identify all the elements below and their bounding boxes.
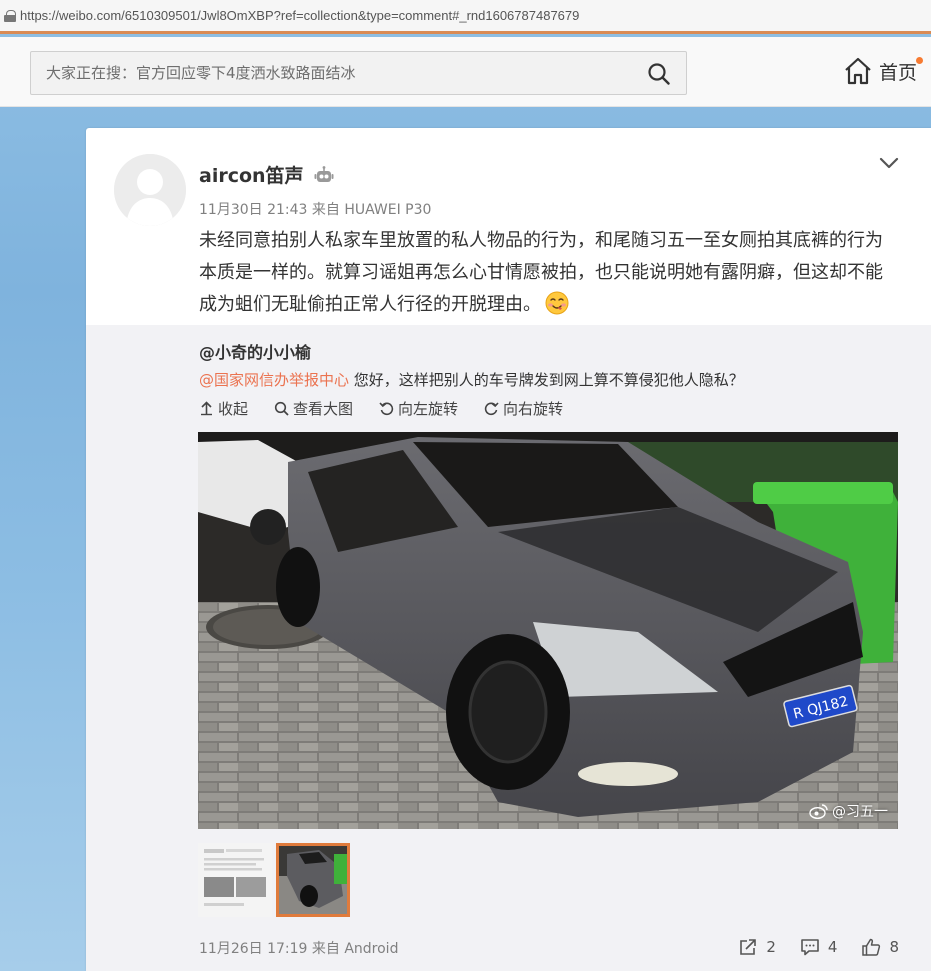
repost-photo[interactable]: R QJ182 @习五一 [198, 432, 898, 829]
view-large-button[interactable]: 查看大图 [274, 398, 353, 419]
repost-block: @小奇的小小榆 @国家网信办举报中心 您好，这样把别人的车号牌发到网上算不算侵犯… [86, 325, 931, 971]
post-author-name[interactable]: aircon笛声 [199, 161, 304, 188]
thumbs-up-icon [862, 938, 881, 956]
arrow-up-icon [201, 401, 212, 416]
weibo-logo-icon [809, 804, 828, 819]
repost-meta: 11月26日 17:19 来自 Android [199, 941, 399, 957]
rotate-right-button[interactable]: 向右旋转 [484, 398, 563, 419]
repost-author[interactable]: @小奇的小小榆 [199, 339, 311, 363]
car-photo-image: R QJ182 [198, 432, 898, 829]
thumbnail-2-selected[interactable] [276, 843, 350, 917]
rotate-left-label[interactable]: 向左旋转 [398, 398, 458, 419]
comment-button[interactable]: 4 [800, 938, 838, 956]
home-icon [845, 57, 871, 85]
rotate-right-icon [484, 402, 499, 416]
repost-text: @国家网信办举报中心 您好，这样把别人的车号牌发到网上算不算侵犯他人隐私？ [199, 369, 744, 390]
url-text[interactable]: https://weibo.com/6510309501/Jwl8OmXBP?r… [20, 8, 579, 23]
forward-button[interactable]: 2 [738, 938, 776, 956]
post-card: aircon笛声 11月30日 21:43 来自 HUAWEI P30 未经同意… [86, 128, 931, 971]
lock-icon [4, 9, 16, 22]
mention-link[interactable]: @国家网信办举报中心 [199, 371, 349, 389]
search-box[interactable] [30, 51, 687, 95]
rotate-left-button[interactable]: 向左旋转 [379, 398, 458, 419]
home-label[interactable]: 首页 [879, 58, 917, 85]
like-count: 8 [889, 938, 899, 956]
collapse-label[interactable]: 收起 [218, 398, 248, 419]
post-author[interactable]: aircon笛声 [199, 161, 334, 188]
chevron-down-icon[interactable] [879, 156, 899, 170]
repost-footer: 11月26日 17:19 来自 Android 2 4 8 [199, 938, 899, 958]
post-content: 未经同意拍别人私家车里放置的私人物品的行为，和尾随习五一至女厕拍其底裤的行为本质… [199, 225, 899, 321]
yum-face-emoji-icon [545, 291, 569, 315]
comment-icon [801, 939, 819, 956]
magnifier-icon [274, 401, 289, 416]
comment-count: 4 [827, 938, 838, 956]
thumbnail-strip [198, 843, 354, 917]
forward-icon [740, 939, 757, 955]
car-thumbnail-image [279, 846, 347, 914]
collapse-button[interactable]: 收起 [199, 398, 248, 419]
screenshot-thumbnail-image [198, 843, 272, 917]
browser-url-bar[interactable]: https://weibo.com/6510309501/Jwl8OmXBP?r… [0, 0, 931, 34]
home-link[interactable]: 首页 [843, 51, 924, 91]
post-meta: 11月30日 21:43 来自 HUAWEI P30 [199, 202, 432, 218]
top-nav: 首页 [0, 37, 931, 107]
like-button[interactable]: 8 [861, 938, 899, 956]
forward-count: 2 [766, 938, 776, 956]
repost-body: 您好，这样把别人的车号牌发到网上算不算侵犯他人隐私？ [349, 371, 744, 389]
search-icon[interactable] [648, 63, 670, 85]
search-input[interactable] [31, 52, 631, 94]
notification-dot [916, 57, 924, 64]
post-text: 未经同意拍别人私家车里放置的私人物品的行为，和尾随习五一至女厕拍其底裤的行为本质… [199, 230, 883, 315]
repost-actions: 2 4 8 [714, 938, 899, 956]
rotate-right-label[interactable]: 向右旋转 [503, 398, 563, 419]
photo-watermark: @习五一 [809, 801, 888, 821]
robot-badge-icon [314, 165, 334, 182]
thumbnail-1[interactable] [198, 843, 272, 917]
view-large-label[interactable]: 查看大图 [293, 398, 353, 419]
watermark-text: @习五一 [832, 804, 888, 820]
avatar[interactable] [114, 154, 186, 226]
image-toolbar: 收起 查看大图 向左旋转 向右旋转 [199, 398, 589, 419]
default-avatar-icon [114, 154, 186, 226]
rotate-left-icon [379, 402, 394, 416]
